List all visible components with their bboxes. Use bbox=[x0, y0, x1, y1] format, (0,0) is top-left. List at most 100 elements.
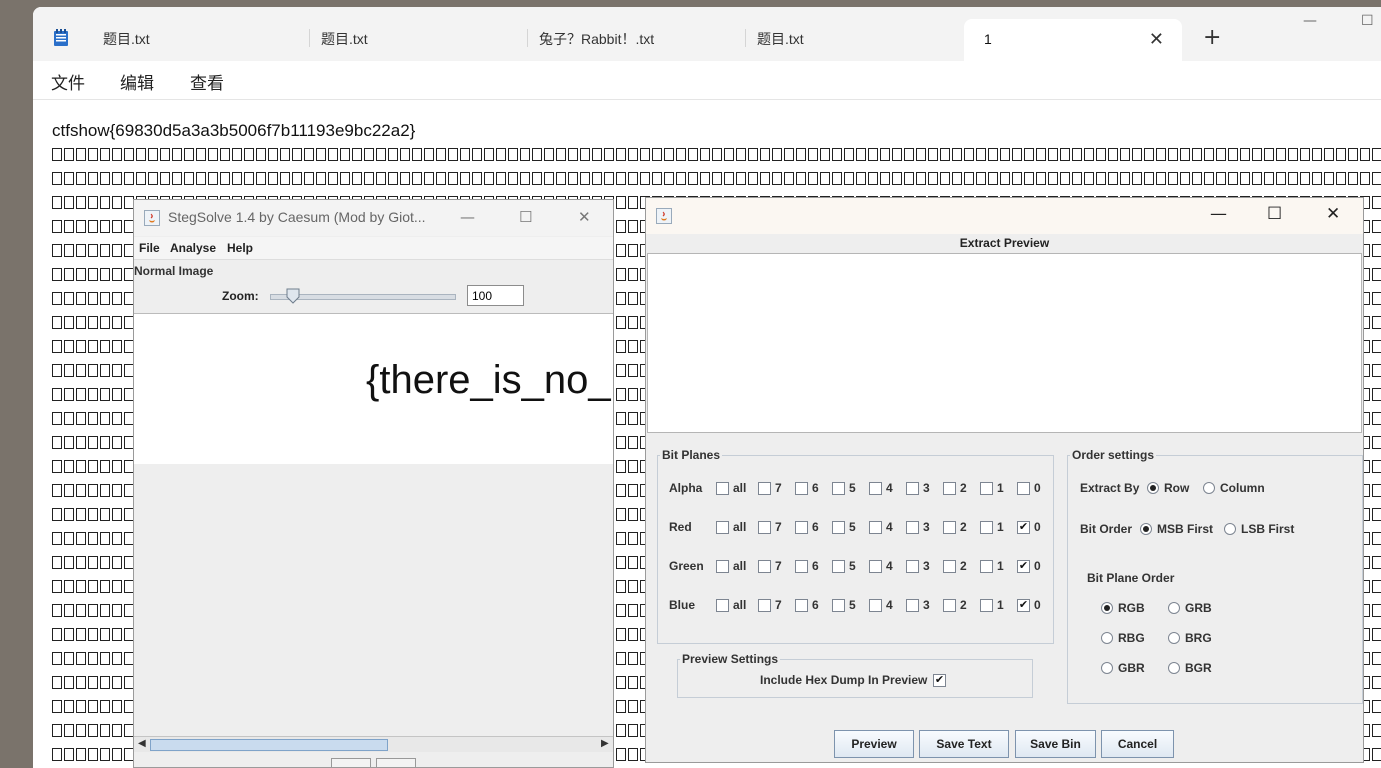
zoom-input[interactable] bbox=[467, 285, 524, 306]
extract-preview-window: — ☐ ✕ Extract Preview Bit Planes Order s… bbox=[645, 197, 1364, 763]
bitplane-red-5-checkbox[interactable] bbox=[832, 521, 845, 534]
next-button[interactable] bbox=[376, 758, 416, 767]
plane-order-gbr-radio[interactable] bbox=[1101, 662, 1113, 674]
extract-by-column-radio[interactable] bbox=[1203, 482, 1215, 494]
minimize-icon[interactable]: — bbox=[1210, 204, 1227, 224]
menu-analyse[interactable]: Analyse bbox=[170, 241, 216, 255]
plane-order-bgr-radio[interactable] bbox=[1168, 662, 1180, 674]
tab-1[interactable]: 题目.txt bbox=[83, 19, 309, 61]
horizontal-scrollbar[interactable]: ◀ ▶ bbox=[134, 736, 613, 752]
plane-order-label: GBR bbox=[1118, 661, 1145, 675]
bitplane-blue-all-checkbox[interactable] bbox=[716, 599, 729, 612]
bitplane-green-6-checkbox[interactable] bbox=[795, 560, 808, 573]
plane-order-label: RBG bbox=[1118, 631, 1145, 645]
bitplane-alpha-3-checkbox[interactable] bbox=[906, 482, 919, 495]
bitplane-red-all-checkbox[interactable] bbox=[716, 521, 729, 534]
bitplane-column-label: 4 bbox=[886, 598, 893, 612]
maximize-icon[interactable]: ☐ bbox=[519, 208, 532, 226]
bitplane-blue-1-checkbox[interactable] bbox=[980, 599, 993, 612]
zoom-slider-thumb[interactable] bbox=[286, 288, 300, 304]
bitplane-red-6-checkbox[interactable] bbox=[795, 521, 808, 534]
bitplane-column-label: 0 bbox=[1034, 481, 1041, 495]
bitplane-green-all-checkbox[interactable] bbox=[716, 560, 729, 573]
bitplane-alpha-5-checkbox[interactable] bbox=[832, 482, 845, 495]
bitplane-alpha-6-checkbox[interactable] bbox=[795, 482, 808, 495]
prev-button[interactable] bbox=[331, 758, 371, 767]
plane-order-rgb-radio[interactable] bbox=[1101, 602, 1113, 614]
bitplane-blue-5-checkbox[interactable] bbox=[832, 599, 845, 612]
msb-first-radio[interactable] bbox=[1140, 523, 1152, 535]
new-tab-button[interactable]: + bbox=[1203, 25, 1221, 50]
extract-preview-area[interactable] bbox=[647, 253, 1362, 433]
bitplane-alpha-all-checkbox[interactable] bbox=[716, 482, 729, 495]
bitplane-green-1-checkbox[interactable] bbox=[980, 560, 993, 573]
bitplane-red-4-checkbox[interactable] bbox=[869, 521, 882, 534]
bitplane-column-label: all bbox=[733, 520, 747, 534]
bitplane-column-label: 0 bbox=[1034, 520, 1041, 534]
close-tab-icon[interactable]: ✕ bbox=[1149, 19, 1164, 59]
scrollbar-thumb[interactable] bbox=[150, 739, 388, 751]
column-label: Column bbox=[1220, 481, 1265, 495]
hex-dump-checkbox[interactable]: ✔ bbox=[933, 674, 946, 687]
plane-order-grb-radio[interactable] bbox=[1168, 602, 1180, 614]
minimize-icon[interactable]: — bbox=[1303, 13, 1317, 29]
bitplane-alpha-0-checkbox[interactable] bbox=[1017, 482, 1030, 495]
plane-order-rbg-radio[interactable] bbox=[1101, 632, 1113, 644]
bitplane-row-label: Alpha bbox=[669, 481, 703, 495]
bitplane-blue-7-checkbox[interactable] bbox=[758, 599, 771, 612]
bitplane-green-0-checkbox[interactable]: ✔ bbox=[1017, 560, 1030, 573]
close-icon[interactable]: ✕ bbox=[1326, 204, 1340, 224]
bitplane-column-label: 2 bbox=[960, 598, 967, 612]
bitplane-red-2-checkbox[interactable] bbox=[943, 521, 956, 534]
image-mode-label: Normal Image bbox=[134, 264, 214, 278]
bitplane-red-7-checkbox[interactable] bbox=[758, 521, 771, 534]
menu-edit[interactable]: 编辑 bbox=[120, 69, 154, 94]
menu-view[interactable]: 查看 bbox=[190, 69, 224, 94]
bitplane-red-1-checkbox[interactable] bbox=[980, 521, 993, 534]
tab-5-active[interactable]: 1 ✕ bbox=[964, 19, 1182, 61]
bitplane-blue-3-checkbox[interactable] bbox=[906, 599, 919, 612]
save-bin-button[interactable]: Save Bin bbox=[1015, 730, 1096, 758]
preview-button[interactable]: Preview bbox=[834, 730, 914, 758]
extract-by-label: Extract By bbox=[1080, 481, 1140, 495]
bitplane-column-label: 7 bbox=[775, 520, 782, 534]
menu-file[interactable]: 文件 bbox=[51, 69, 85, 94]
bitplane-column-label: 3 bbox=[923, 598, 930, 612]
bitplane-green-2-checkbox[interactable] bbox=[943, 560, 956, 573]
bitplane-blue-6-checkbox[interactable] bbox=[795, 599, 808, 612]
menu-help[interactable]: Help bbox=[227, 241, 253, 255]
extract-by-row-radio[interactable] bbox=[1147, 482, 1159, 494]
lsb-first-radio[interactable] bbox=[1224, 523, 1236, 535]
bitplane-alpha-1-checkbox[interactable] bbox=[980, 482, 993, 495]
stegsolve-window: StegSolve 1.4 by Caesum (Mod by Giot... … bbox=[133, 199, 614, 768]
notepad-menubar: 文件 编辑 查看 bbox=[33, 61, 1381, 100]
bitplane-red-3-checkbox[interactable] bbox=[906, 521, 919, 534]
maximize-icon[interactable]: ☐ bbox=[1361, 13, 1374, 29]
bitplane-blue-2-checkbox[interactable] bbox=[943, 599, 956, 612]
menu-file[interactable]: File bbox=[139, 241, 160, 255]
bitplane-blue-0-checkbox[interactable]: ✔ bbox=[1017, 599, 1030, 612]
scroll-left-icon[interactable]: ◀ bbox=[138, 738, 146, 749]
bitplane-green-7-checkbox[interactable] bbox=[758, 560, 771, 573]
minimize-icon[interactable]: — bbox=[460, 208, 475, 226]
cancel-button[interactable]: Cancel bbox=[1101, 730, 1174, 758]
flag-line: ctfshow{69830d5a3a3b5006f7b11193e9bc22a2… bbox=[52, 121, 416, 140]
bitplane-alpha-7-checkbox[interactable] bbox=[758, 482, 771, 495]
bitplane-green-5-checkbox[interactable] bbox=[832, 560, 845, 573]
scroll-right-icon[interactable]: ▶ bbox=[601, 738, 609, 749]
bitplane-column-label: 5 bbox=[849, 559, 856, 573]
tab-3[interactable]: 兔子？Rabbit！.txt bbox=[519, 19, 745, 61]
bitplane-green-4-checkbox[interactable] bbox=[869, 560, 882, 573]
maximize-icon[interactable]: ☐ bbox=[1267, 204, 1282, 224]
save-text-button[interactable]: Save Text bbox=[919, 730, 1009, 758]
close-icon[interactable]: ✕ bbox=[578, 208, 591, 226]
bitplane-green-3-checkbox[interactable] bbox=[906, 560, 919, 573]
bitplane-red-0-checkbox[interactable]: ✔ bbox=[1017, 521, 1030, 534]
bitplane-column-label: 6 bbox=[812, 559, 819, 573]
tab-2[interactable]: 题目.txt bbox=[301, 19, 527, 61]
bitplane-blue-4-checkbox[interactable] bbox=[869, 599, 882, 612]
tab-4[interactable]: 题目.txt bbox=[737, 19, 963, 61]
bitplane-alpha-4-checkbox[interactable] bbox=[869, 482, 882, 495]
plane-order-brg-radio[interactable] bbox=[1168, 632, 1180, 644]
bitplane-alpha-2-checkbox[interactable] bbox=[943, 482, 956, 495]
